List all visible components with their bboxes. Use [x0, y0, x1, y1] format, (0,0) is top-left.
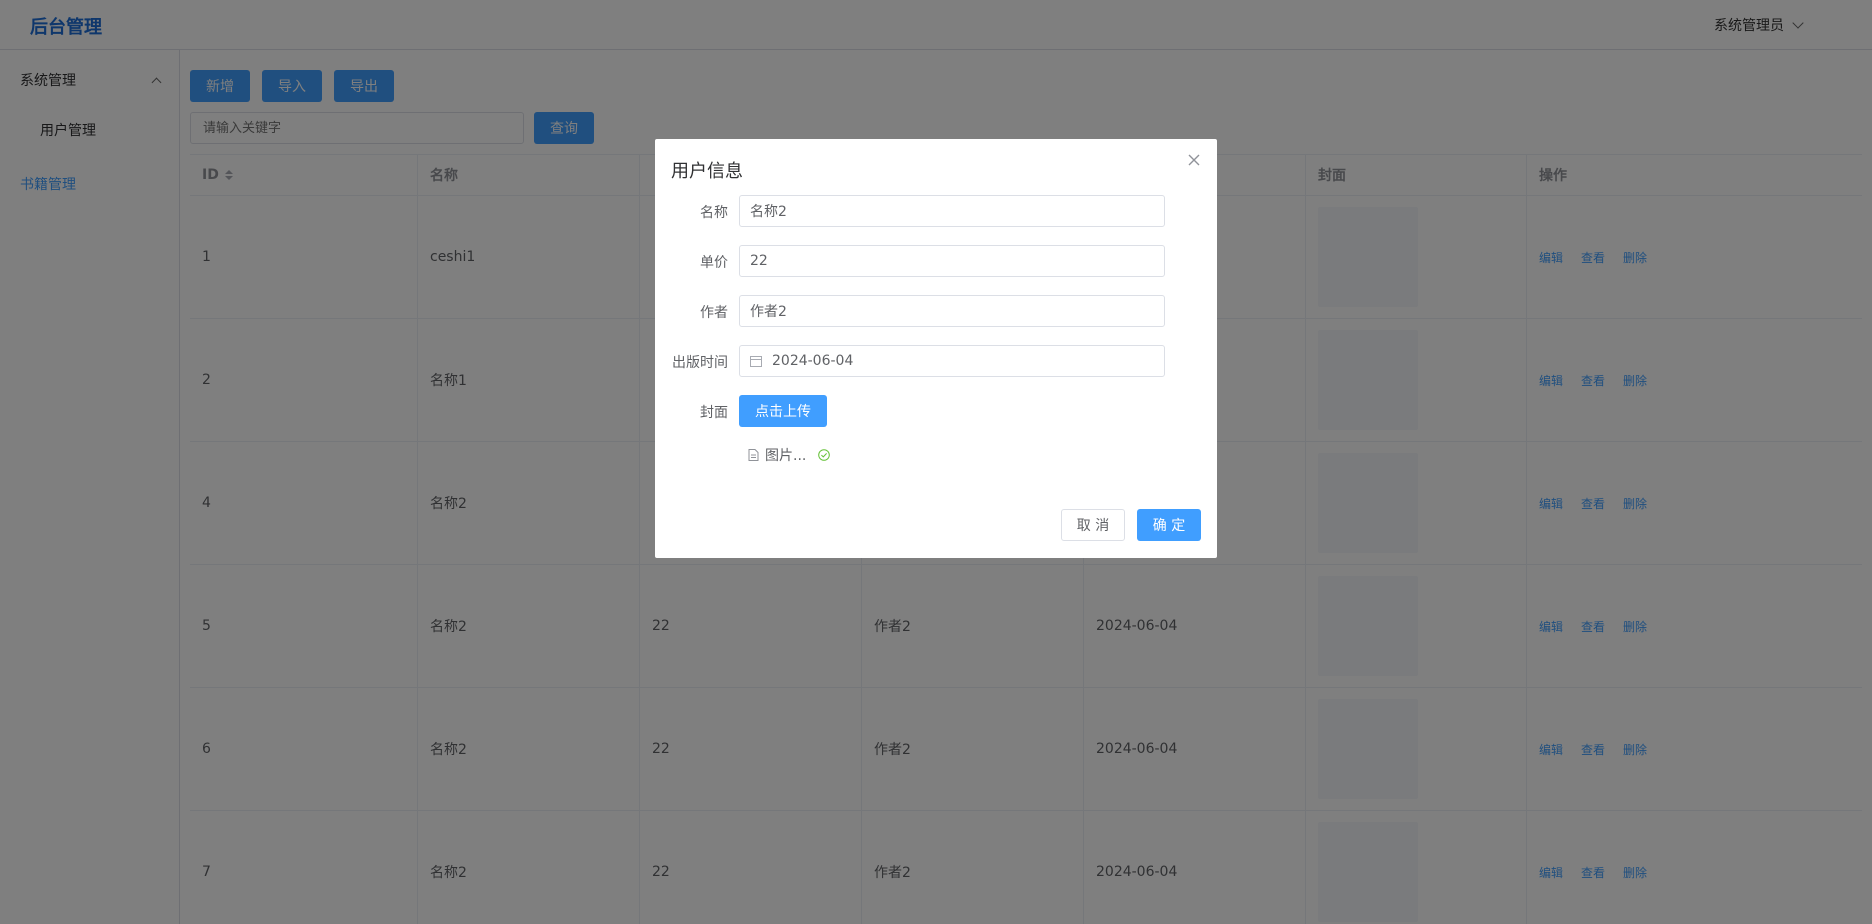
author-field[interactable]: 作者2 — [739, 295, 1165, 327]
uploaded-file-item[interactable]: 图片... — [748, 445, 831, 465]
form-row-name: 名称 名称2 — [655, 195, 1217, 227]
file-name: 图片... — [765, 448, 807, 464]
form-row-date: 出版时间 2024-06-04 — [655, 345, 1217, 377]
close-icon[interactable] — [1187, 153, 1201, 167]
name-label: 名称 — [700, 205, 728, 221]
form-row-author: 作者 作者2 — [655, 295, 1217, 327]
price-field[interactable]: 22 — [739, 245, 1165, 277]
form-row-cover: 封面 点击上传 — [655, 395, 1217, 427]
document-icon — [748, 449, 759, 461]
cancel-button[interactable]: 取 消 — [1061, 509, 1125, 541]
date-value: 2024-06-04 — [772, 353, 854, 369]
author-label: 作者 — [700, 305, 728, 321]
user-info-dialog: 用户信息 名称 名称2 单价 22 作者 作者2 出版时间 2024-06-04… — [655, 139, 1217, 558]
price-label: 单价 — [700, 255, 728, 271]
calendar-icon — [750, 356, 762, 367]
date-label: 出版时间 — [672, 355, 728, 371]
cover-label: 封面 — [700, 405, 728, 421]
form-row-price: 单价 22 — [655, 245, 1217, 277]
check-circle-icon — [818, 449, 831, 461]
confirm-button[interactable]: 确 定 — [1137, 509, 1201, 541]
upload-button[interactable]: 点击上传 — [739, 395, 827, 427]
name-field[interactable]: 名称2 — [739, 195, 1165, 227]
dialog-title: 用户信息 — [671, 161, 743, 182]
date-picker[interactable]: 2024-06-04 — [739, 345, 1165, 377]
